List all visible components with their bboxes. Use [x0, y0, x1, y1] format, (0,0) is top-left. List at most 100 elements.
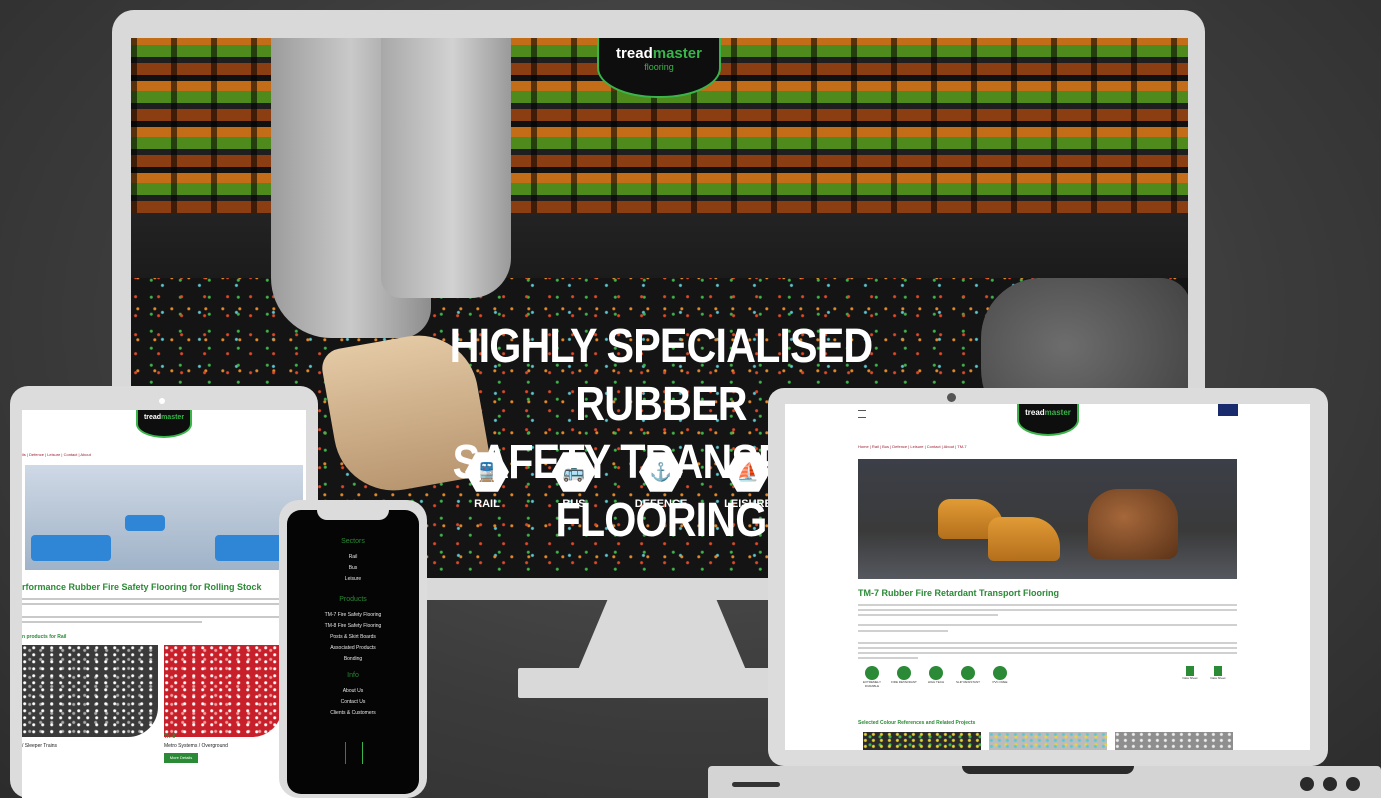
paragraph-line	[22, 603, 282, 605]
paragraph-line	[22, 616, 294, 618]
train-icon: 🚆	[465, 452, 509, 492]
menu-item-product[interactable]: TM-8 Fire Safety Flooring	[287, 623, 419, 629]
logo-word: master	[652, 45, 702, 62]
menu-item-product[interactable]: Posts & Skirt Boards	[287, 634, 419, 640]
logo-word: tread	[143, 414, 162, 421]
logo-word: master	[161, 414, 185, 421]
carousel-dot[interactable]	[1300, 777, 1314, 791]
tablet-screen: treadmaster ils | Defence | Leisure | Co…	[22, 410, 306, 798]
feature-fire-retardant: FIRE RETARDANT	[889, 666, 919, 684]
laptop-hinge	[962, 766, 1134, 774]
logo-subtitle: flooring	[644, 62, 674, 72]
paragraph-line	[858, 614, 998, 616]
bus-icon: 🚌	[552, 452, 596, 492]
durable-icon	[865, 666, 879, 680]
category-defence[interactable]: ⚓ DEFENCE	[631, 450, 691, 510]
colour-swatch[interactable]	[1115, 732, 1233, 750]
category-rail[interactable]: 🚆 RAIL	[457, 450, 517, 510]
category-bus[interactable]: 🚌 BUS	[544, 450, 604, 510]
download-data-sheet[interactable]: Data Sheet	[1175, 666, 1205, 680]
tech-icon	[929, 666, 943, 680]
uk-flag-icon[interactable]	[1218, 404, 1238, 416]
feature-slip-resistant: SLIP RESISTANT	[953, 666, 983, 684]
breadcrumb[interactable]: Home | Rail | Bus | Defence | Leisure | …	[858, 444, 967, 449]
feature-high-tech: HIGH TECH	[921, 666, 951, 684]
menu-item-rail[interactable]: Rail	[287, 554, 419, 560]
phone-screen: Sectors Rail Bus Leisure Products TM-7 F…	[287, 510, 419, 794]
colour-swatch[interactable]	[863, 732, 981, 750]
paragraph-line	[22, 621, 202, 623]
menu-heading: Products	[339, 596, 367, 603]
carousel-dot[interactable]	[1323, 777, 1337, 791]
more-details-button[interactable]: More Details	[164, 753, 198, 763]
paragraph-line	[858, 652, 1237, 654]
menu-item-product[interactable]: TM-7 Fire Safety Flooring	[287, 612, 419, 618]
paragraph-line	[858, 630, 948, 632]
menu-item-bus[interactable]: Bus	[287, 565, 419, 571]
feature-label: SLIP RESISTANT	[956, 680, 980, 684]
colour-swatch[interactable]	[989, 732, 1107, 750]
menu-item-leisure[interactable]: Leisure	[287, 576, 419, 582]
train-interior-image	[25, 465, 303, 570]
category-label: LEISURE	[724, 498, 772, 510]
document-icon	[1186, 666, 1194, 676]
paragraph-line	[858, 642, 1237, 644]
menu-item-product[interactable]: Associated Products	[287, 645, 419, 651]
product-tile-image[interactable]	[164, 645, 282, 737]
product-caption: / Sleeper Trains	[22, 743, 58, 749]
laptop-screen: treadmaster Home | Rail | Bus | Defence …	[785, 404, 1310, 750]
monitor-stand-base	[518, 668, 803, 698]
hero-leg-image	[381, 38, 511, 298]
phone-notch	[317, 508, 389, 520]
laptop-logo[interactable]: treadmaster	[1017, 404, 1079, 436]
product-tile-image[interactable]	[22, 645, 158, 737]
sailboat-icon: ⛵	[726, 452, 770, 492]
section-heading: n products for Rail	[22, 634, 67, 640]
hamburger-menu-icon[interactable]	[858, 410, 866, 418]
paragraph-line	[858, 647, 1237, 649]
menu-item-product[interactable]: Bonding	[287, 656, 419, 662]
feature-label: EXTREMELY DURABLE	[863, 680, 881, 688]
menu-item-contact[interactable]: Contact Us	[287, 699, 419, 705]
laptop-indicator	[732, 782, 780, 787]
paragraph-line	[858, 609, 1237, 611]
laptop-camera	[947, 393, 956, 402]
feature-label: HIGH TECH	[927, 680, 945, 684]
product-code: TK-8	[164, 734, 176, 740]
feature-label: PVC FREE	[992, 680, 1008, 684]
category-label: BUS	[562, 498, 586, 510]
menu-heading: Sectors	[341, 538, 365, 545]
breadcrumb[interactable]: ils | Defence | Leisure | Contact | Abou…	[22, 452, 91, 457]
carousel-dot[interactable]	[1346, 777, 1360, 791]
slip-icon	[961, 666, 975, 680]
pvc-free-icon	[993, 666, 1007, 680]
logo-word: tread	[1025, 408, 1045, 417]
menu-item-clients[interactable]: Clients & Customers	[287, 710, 419, 716]
download-label: Data Sheet	[1210, 676, 1226, 680]
paragraph-line	[22, 598, 292, 600]
feature-pvc-free: PVC FREE	[985, 666, 1015, 684]
decorative-logo-icon	[345, 742, 363, 764]
site-logo[interactable]: treadmaster flooring	[597, 38, 721, 98]
menu-heading: Info	[347, 672, 359, 679]
logo-word: master	[1044, 408, 1071, 417]
download-data-sheet[interactable]: Data Sheet	[1203, 666, 1233, 680]
product-caption: Metro Systems / Overground	[164, 743, 228, 749]
feature-durable: EXTREMELY DURABLE	[857, 666, 887, 688]
tablet-logo[interactable]: treadmaster	[136, 410, 192, 438]
page-title: rformance Rubber Fire Safety Flooring fo…	[22, 582, 262, 592]
flame-icon	[897, 666, 911, 680]
feature-label: FIRE RETARDANT	[891, 680, 917, 684]
paragraph-line	[858, 604, 1237, 606]
section-heading: Selected Colour References and Related P…	[858, 720, 976, 726]
tablet-camera	[159, 398, 165, 404]
document-icon	[1214, 666, 1222, 676]
monitor-stand-neck	[578, 598, 746, 670]
menu-item-about[interactable]: About Us	[287, 688, 419, 694]
boots-product-image	[858, 459, 1237, 579]
submarine-icon: ⚓	[639, 452, 683, 492]
page-title: TM-7 Rubber Fire Retardant Transport Flo…	[858, 588, 1060, 598]
download-label: Data Sheet	[1182, 676, 1198, 680]
logo-word: tread	[616, 45, 653, 62]
category-label: RAIL	[474, 498, 500, 510]
